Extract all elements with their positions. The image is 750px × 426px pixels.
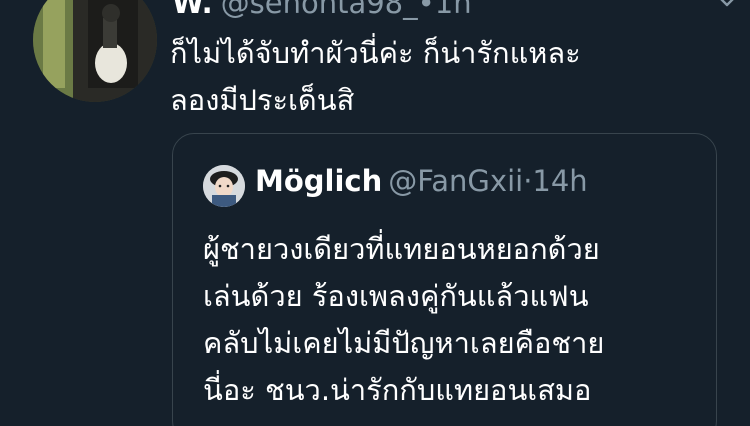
quoted-text-line: เล่นด้วย ร้องเพลงคู่กันแล้วแฟน — [203, 279, 589, 313]
author-avatar[interactable] — [33, 0, 157, 102]
quoted-author-name[interactable]: Möglich — [255, 164, 382, 198]
quoted-tweet-text: ผู้ชายวงเดียวที่แทยอนหยอกด้วย เล่นด้วย ร… — [203, 226, 703, 414]
quoted-timestamp[interactable]: 14h — [532, 164, 587, 198]
quoted-author-avatar[interactable] — [203, 165, 245, 207]
tweet-text-line: ลองมีประเด็นสิ — [170, 83, 355, 117]
quoted-text-line: นี่อะ ชนว.น่ารักกับแทยอนเสมอ — [203, 373, 592, 407]
quoted-author-avatar-image — [203, 165, 245, 207]
tweet[interactable]: W. @sehonta98_•1h ก็ไม่ได้จับทำผัวนี่ค่ะ … — [0, 0, 750, 426]
chevron-down-icon[interactable] — [716, 0, 738, 12]
quoted-author-handle[interactable]: @FanGxii — [388, 164, 523, 198]
quoted-tweet[interactable]: Möglich @FanGxii·14h ผู้ชายวงเดียวที่แทยอ… — [172, 133, 717, 426]
quoted-tweet-header: Möglich @FanGxii·14h — [255, 164, 588, 198]
author-handle[interactable]: @sehonta98_•1h — [221, 0, 472, 20]
tweet-text: ก็ไม่ได้จับทำผัวนี่ค่ะ ก็น่ารักแหละ ลองม… — [170, 30, 730, 124]
quoted-text-line: คลับไม่เคยไม่มีปัญหาเลยคือชาย — [203, 326, 605, 360]
author-name[interactable]: W. — [172, 0, 213, 20]
tweet-text-line: ก็ไม่ได้จับทำผัวนี่ค่ะ ก็น่ารักแหละ — [170, 36, 581, 70]
tweet-header: W. @sehonta98_•1h — [172, 0, 472, 20]
author-avatar-image — [33, 0, 157, 102]
quoted-text-line: ผู้ชายวงเดียวที่แทยอนหยอกด้วย — [203, 232, 600, 266]
